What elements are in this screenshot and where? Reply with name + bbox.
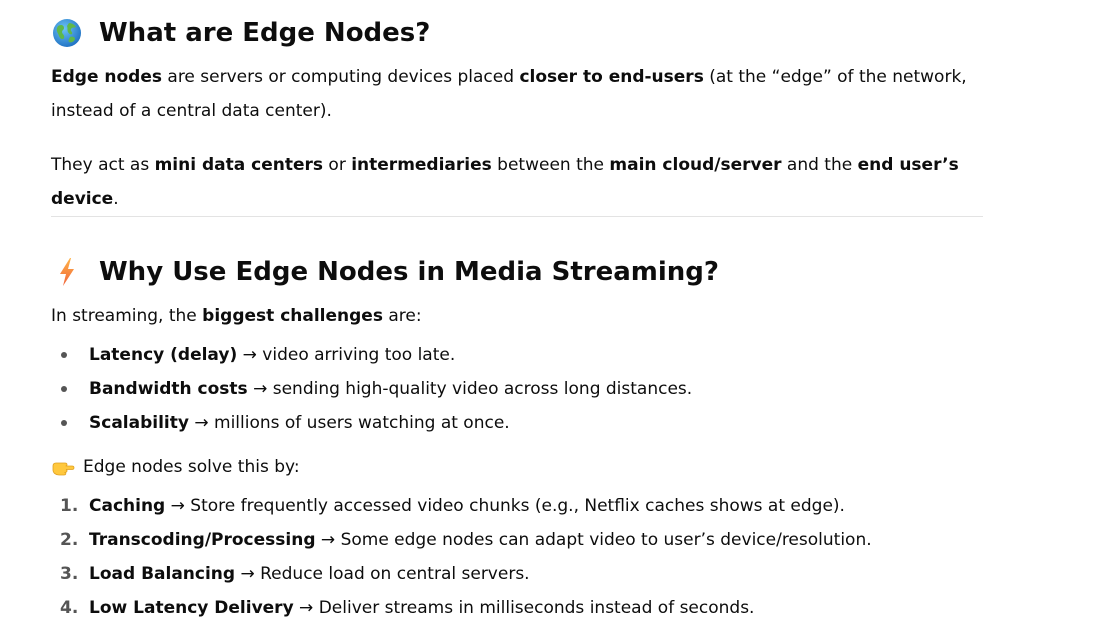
list-item: 4. Low Latency Delivery → Deliver streams… bbox=[60, 598, 755, 618]
definition-paragraph: Edge nodes are servers or computing devi… bbox=[51, 67, 967, 121]
challenges-intro: In streaming, the biggest challenges are… bbox=[51, 306, 422, 326]
section-heading-why-use: Why Use Edge Nodes in Media Streaming? bbox=[51, 255, 719, 289]
section-divider bbox=[51, 216, 983, 217]
section-title-text: Why Use Edge Nodes in Media Streaming? bbox=[99, 257, 719, 287]
section-heading-edge-nodes: What are Edge Nodes? bbox=[51, 16, 430, 50]
challenges-list: Latency (delay) → video arriving too lat… bbox=[51, 338, 692, 440]
bullet-icon bbox=[61, 352, 67, 358]
solutions-intro: Edge nodes solve this by: bbox=[51, 450, 300, 484]
pointing-hand-icon bbox=[52, 462, 75, 476]
list-item: 3. Load Balancing → Reduce load on centra… bbox=[60, 564, 530, 584]
list-item: Latency (delay) → video arriving too lat… bbox=[51, 338, 692, 372]
list-item: 1. Caching → Store frequently accessed vi… bbox=[60, 496, 845, 516]
list-item: Bandwidth costs → sending high-quality v… bbox=[51, 372, 692, 406]
section-title-text: What are Edge Nodes? bbox=[99, 18, 431, 48]
list-item: 2. Transcoding/Processing → Some edge nod… bbox=[60, 530, 872, 550]
globe-icon bbox=[53, 19, 81, 47]
bullet-icon bbox=[61, 420, 67, 426]
bullet-icon bbox=[61, 386, 67, 392]
lightning-icon bbox=[60, 258, 74, 286]
list-item: Scalability → millions of users watching… bbox=[51, 406, 692, 440]
role-paragraph: They act as mini data centers or interme… bbox=[51, 155, 959, 209]
solutions-list: 1. Caching → Store frequently accessed vi… bbox=[51, 489, 872, 625]
